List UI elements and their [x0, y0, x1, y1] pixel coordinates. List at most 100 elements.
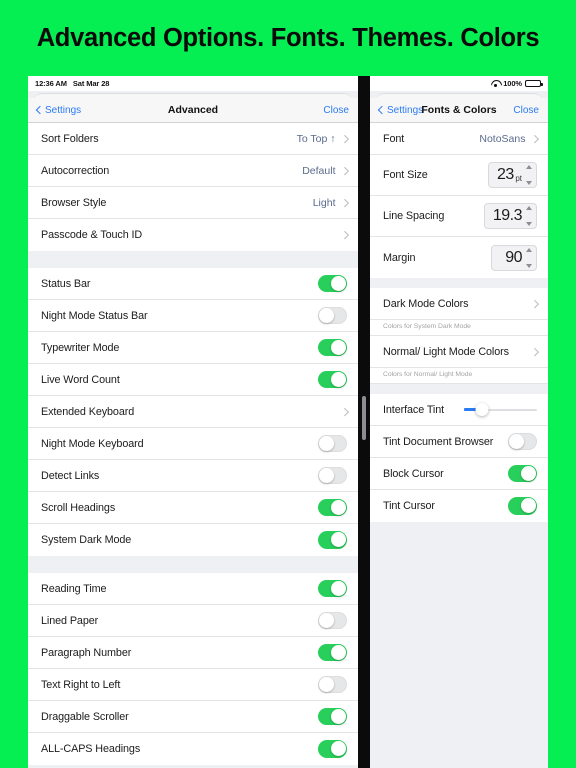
advanced-settings-panel: 12:36 AM Sat Mar 28 Settings Advanced Cl… [28, 76, 358, 768]
left-close-button[interactable]: Close [323, 105, 349, 116]
left-status-bar: 12:36 AM Sat Mar 28 [28, 76, 358, 91]
row-reading-time[interactable]: Reading Time [28, 573, 358, 605]
chevron-right-icon [530, 347, 539, 356]
row-margin[interactable]: Margin 90 [370, 237, 548, 278]
toggle-live-word-count[interactable] [318, 370, 347, 389]
toggle-reading-time[interactable] [318, 579, 347, 598]
stepper-margin[interactable]: 90 [491, 244, 537, 271]
row-label: Typewriter Mode [41, 341, 120, 354]
right-close-button[interactable]: Close [513, 105, 539, 116]
settings-group-display: Reading Time Lined Paper Paragraph Numbe… [28, 573, 358, 765]
stepper-up-icon[interactable] [526, 165, 532, 169]
chevron-right-icon [340, 407, 349, 416]
wifi-icon [491, 80, 500, 87]
stepper-up-icon[interactable] [526, 206, 532, 210]
toggle-night-mode-status-bar[interactable] [318, 306, 347, 325]
settings-group-tint: Interface Tint Tint Document Browser Blo… [370, 394, 548, 522]
row-night-mode-status-bar[interactable]: Night Mode Status Bar [28, 300, 358, 332]
settings-group-colors: Dark Mode Colors Colors for System Dark … [370, 288, 548, 384]
group-separator [28, 251, 358, 268]
toggle-all-caps-headings[interactable] [318, 740, 347, 758]
row-dark-mode-colors[interactable]: Dark Mode Colors [370, 288, 548, 320]
status-date: Sat Mar 28 [72, 79, 110, 88]
stepper-down-icon[interactable] [526, 222, 532, 226]
row-detect-links[interactable]: Detect Links [28, 460, 358, 492]
row-draggable-scroller[interactable]: Draggable Scroller [28, 701, 358, 733]
row-label: Interface Tint [383, 403, 445, 416]
row-passcode-touch-id[interactable]: Passcode & Touch ID [28, 219, 358, 251]
row-block-cursor[interactable]: Block Cursor [370, 458, 548, 490]
row-label: Night Mode Keyboard [41, 437, 144, 450]
stepper-down-icon[interactable] [526, 263, 532, 268]
row-label: Sort Folders [41, 132, 99, 145]
toggle-typewriter-mode[interactable] [318, 338, 347, 357]
row-label: Tint Document Browser [383, 435, 494, 448]
group-separator [370, 278, 548, 288]
row-interface-tint[interactable]: Interface Tint [370, 394, 548, 426]
row-system-dark-mode[interactable]: System Dark Mode [28, 524, 358, 556]
row-text-right-to-left[interactable]: Text Right to Left [28, 669, 358, 701]
row-tint-cursor[interactable]: Tint Cursor [370, 490, 548, 522]
toggle-night-mode-keyboard[interactable] [318, 434, 347, 453]
toggle-paragraph-number[interactable] [318, 643, 347, 662]
toggle-block-cursor[interactable] [508, 464, 537, 483]
row-browser-style[interactable]: Browser Style Light [28, 187, 358, 219]
divider-grip-handle[interactable] [362, 396, 366, 440]
right-back-button[interactable]: Settings [377, 104, 424, 116]
row-font[interactable]: Font NotoSans [370, 123, 548, 155]
toggle-lined-paper[interactable] [318, 611, 347, 630]
row-font-size[interactable]: Font Size 23 pt [370, 155, 548, 196]
row-label: Night Mode Status Bar [41, 309, 148, 322]
headline-banner: Advanced Options. Fonts. Themes. Colors [0, 0, 576, 76]
row-typewriter-mode[interactable]: Typewriter Mode [28, 332, 358, 364]
slider-knob[interactable] [475, 403, 489, 416]
stepper-font-size[interactable]: 23 pt [488, 162, 537, 188]
row-label: Lined Paper [41, 614, 99, 627]
row-all-caps-headings[interactable]: ALL-CAPS Headings [28, 733, 358, 765]
toggle-tint-cursor[interactable] [508, 497, 537, 515]
right-back-label: Settings [387, 104, 424, 116]
row-sort-folders[interactable]: Sort Folders To Top ↑ [28, 123, 358, 155]
chevron-right-icon [530, 299, 539, 308]
toggle-system-dark-mode[interactable] [318, 531, 347, 549]
toggle-status-bar[interactable] [318, 274, 347, 293]
toggle-detect-links[interactable] [318, 466, 347, 485]
stepper-value: 19.3 [492, 207, 523, 224]
note-light-mode-colors: Colors for Normal/ Light Mode [370, 368, 548, 384]
battery-percent: 100% [503, 79, 522, 88]
row-light-mode-colors[interactable]: Normal/ Light Mode Colors [370, 336, 548, 368]
stepper-line-spacing[interactable]: 19.3 [483, 203, 537, 229]
right-settings-list[interactable]: Font NotoSans Font Size 23 pt Line Spaci… [370, 123, 548, 768]
row-status-bar[interactable]: Status Bar [28, 268, 358, 300]
row-label: Passcode & Touch ID [41, 229, 143, 241]
row-line-spacing[interactable]: Line Spacing 19.3 [370, 196, 548, 237]
row-label: Browser Style [41, 196, 107, 209]
row-scroll-headings[interactable]: Scroll Headings [28, 492, 358, 524]
chevron-left-icon [377, 105, 387, 115]
chevron-right-icon [340, 198, 349, 207]
row-lined-paper[interactable]: Lined Paper [28, 605, 358, 637]
left-settings-list[interactable]: Sort Folders To Top ↑ Autocorrection Def… [28, 123, 358, 768]
row-night-mode-keyboard[interactable]: Night Mode Keyboard [28, 428, 358, 460]
chevron-right-icon [340, 166, 349, 175]
sheet-top-edge [370, 91, 548, 104]
stepper-down-icon[interactable] [526, 181, 532, 185]
settings-group-general: Sort Folders To Top ↑ Autocorrection Def… [28, 123, 358, 251]
device-screenshot: 12:36 AM Sat Mar 28 Settings Advanced Cl… [28, 76, 548, 768]
left-back-button[interactable]: Settings [35, 105, 81, 116]
toggle-tint-document-browser[interactable] [508, 432, 537, 451]
stepper-value: 90 [505, 248, 522, 266]
slider-interface-tint[interactable] [464, 401, 537, 419]
row-tint-document-browser[interactable]: Tint Document Browser [370, 426, 548, 458]
row-live-word-count[interactable]: Live Word Count [28, 364, 358, 396]
stepper-up-icon[interactable] [526, 247, 532, 252]
row-paragraph-number[interactable]: Paragraph Number [28, 637, 358, 669]
toggle-scroll-headings[interactable] [318, 498, 347, 517]
row-label: Dark Mode Colors [383, 297, 469, 310]
panel-divider[interactable] [358, 76, 370, 768]
row-autocorrection[interactable]: Autocorrection Default [28, 155, 358, 187]
stepper-unit: pt [515, 174, 522, 183]
toggle-text-right-to-left[interactable] [318, 675, 347, 694]
toggle-draggable-scroller[interactable] [318, 707, 347, 726]
row-extended-keyboard[interactable]: Extended Keyboard [28, 396, 358, 428]
